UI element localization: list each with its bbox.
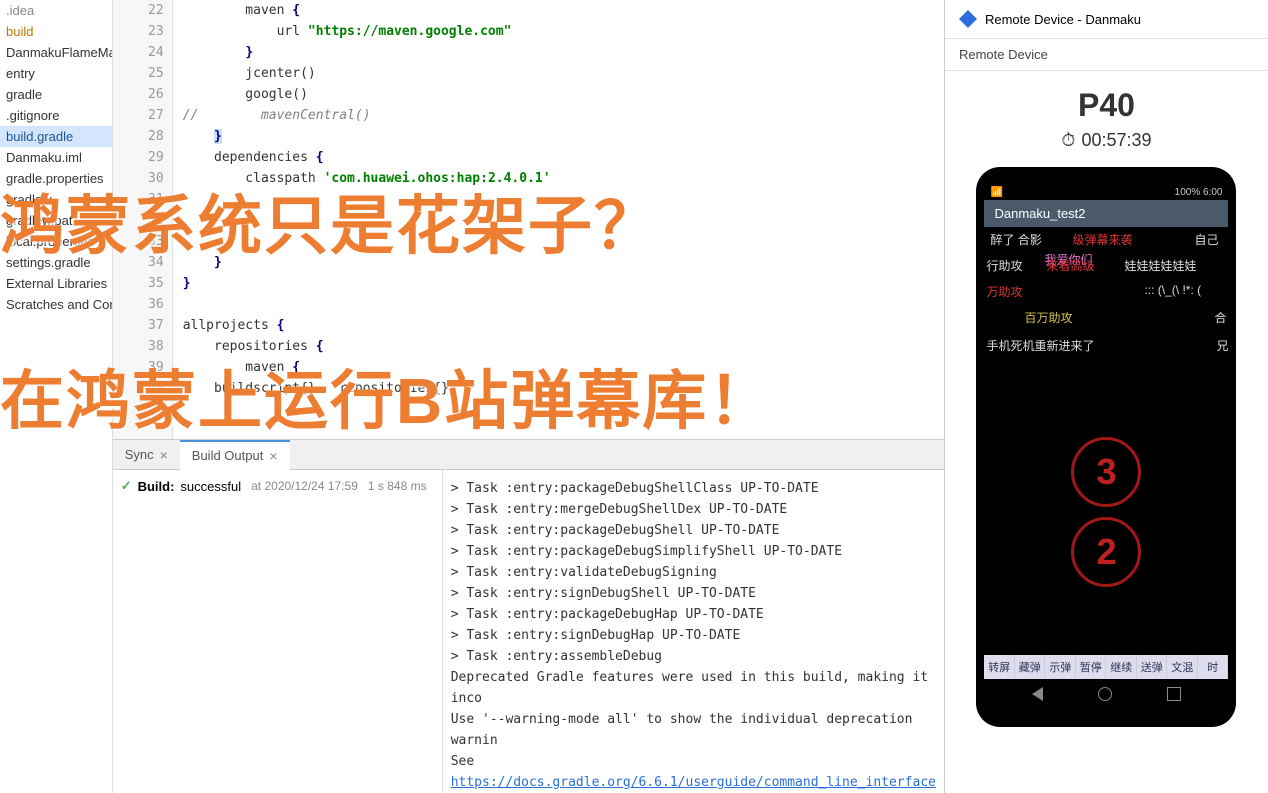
sidebar-item[interactable]: settings.gradle	[0, 252, 112, 273]
sidebar-item[interactable]: gradlew.bat	[0, 210, 112, 231]
phone-button[interactable]: 文混	[1167, 655, 1198, 679]
sidebar-item[interactable]: build	[0, 21, 112, 42]
tab-label: Sync	[125, 447, 154, 462]
danmaku-text: 手机死机重新进来了	[986, 337, 1094, 354]
editor-area: 22232425262728293031323334353637383940 m…	[113, 0, 944, 793]
check-icon: ✓	[121, 478, 132, 494]
sidebar-item[interactable]: gradle.properties	[0, 168, 112, 189]
danmaku-text: 行助攻	[986, 257, 1022, 274]
phone-frame: 📶 100% 6:00 Danmaku_test2 醉了 合影级弹幕来袭自己我爱…	[976, 167, 1236, 727]
phone-button[interactable]: 藏弹	[1015, 655, 1046, 679]
sidebar-item[interactable]: .gitignore	[0, 105, 112, 126]
clock-icon	[1061, 130, 1075, 151]
danmaku-text: 级弹幕来袭	[1072, 231, 1132, 248]
tab-label: Build Output	[192, 448, 264, 463]
phone-status-bar: 📶 100% 6:00	[984, 185, 1228, 200]
phone-button[interactable]: 送弹	[1137, 655, 1168, 679]
phone-button[interactable]: 示弹	[1045, 655, 1076, 679]
danmaku-text: 醉了 合影	[990, 231, 1041, 248]
project-sidebar: .ideabuildDanmakuFlameMasterentrygradle.…	[0, 0, 113, 793]
close-icon[interactable]: ×	[160, 447, 168, 463]
timer-value: 00:57:39	[1081, 130, 1151, 151]
phone-button[interactable]: 暂停	[1076, 655, 1107, 679]
danmaku-text: 百万助攻	[1024, 309, 1072, 326]
remote-device-panel: Remote Device - Danmaku Remote Device P4…	[944, 0, 1268, 793]
tab-sync[interactable]: Sync ×	[113, 441, 180, 469]
home-icon[interactable]	[1098, 687, 1112, 701]
danmaku-text: 自己	[1194, 231, 1218, 248]
remote-header: Remote Device - Danmaku	[945, 0, 1268, 39]
recent-icon[interactable]	[1167, 687, 1181, 701]
back-icon[interactable]	[1032, 687, 1043, 701]
danmaku-text: 合	[1214, 309, 1226, 326]
build-timestamp: at 2020/12/24 17:59	[251, 479, 358, 493]
phone-button-bar: 转屏藏弹示弹暂停继续送弹文混时	[984, 655, 1228, 679]
phone-button[interactable]: 转屏	[984, 655, 1015, 679]
sidebar-item[interactable]: local.properties	[0, 231, 112, 252]
code-editor[interactable]: 22232425262728293031323334353637383940 m…	[113, 0, 944, 440]
sidebar-item[interactable]: External Libraries	[0, 273, 112, 294]
sidebar-item[interactable]: build.gradle	[0, 126, 112, 147]
build-duration: 1 s 848 ms	[368, 479, 427, 493]
countdown-circle: 2	[1071, 517, 1141, 587]
build-status-row[interactable]: ✓ Build: successful at 2020/12/24 17:59 …	[121, 478, 434, 494]
phone-nav-bar	[984, 683, 1228, 705]
device-name: P40	[945, 87, 1268, 124]
sidebar-item[interactable]: entry	[0, 63, 112, 84]
bottom-tabs: Sync × Build Output ×	[113, 440, 944, 470]
line-gutter: 22232425262728293031323334353637383940	[113, 0, 173, 439]
close-icon[interactable]: ×	[269, 448, 277, 464]
danmaku-area: 醉了 合影级弹幕来袭自己我爱你们行助攻来看高级娃娃娃娃娃娃万助攻::: (\_(…	[984, 227, 1228, 427]
remote-title: Remote Device - Danmaku	[985, 12, 1141, 27]
huawei-icon	[959, 10, 977, 28]
tab-build-output[interactable]: Build Output ×	[180, 440, 290, 470]
sidebar-item[interactable]: DanmakuFlameMaster	[0, 42, 112, 63]
build-tree[interactable]: ✓ Build: successful at 2020/12/24 17:59 …	[113, 470, 443, 793]
danmaku-text: ::: (\_(\ !*: (	[1144, 283, 1201, 297]
sidebar-item[interactable]: Danmaku.iml	[0, 147, 112, 168]
build-label: Build:	[138, 479, 175, 494]
remote-subtitle: Remote Device	[945, 39, 1268, 71]
phone-screen[interactable]: 📶 100% 6:00 Danmaku_test2 醉了 合影级弹幕来袭自己我爱…	[984, 185, 1228, 709]
device-info: P40 00:57:39	[945, 71, 1268, 161]
signal-icon: 📶	[990, 187, 1002, 198]
sidebar-item[interactable]: gradle	[0, 84, 112, 105]
danmaku-text: 来看高级	[1046, 257, 1094, 274]
phone-app-title: Danmaku_test2	[984, 200, 1228, 227]
danmaku-text: 兄	[1216, 337, 1228, 354]
device-timer: 00:57:39	[945, 130, 1268, 151]
code-content[interactable]: maven { url "https://maven.google.com" }…	[173, 0, 944, 439]
sidebar-item[interactable]: Scratches and Consoles	[0, 294, 112, 315]
countdown-circle: 3	[1071, 437, 1141, 507]
battery-text: 100% 6:00	[1175, 187, 1223, 198]
sidebar-item[interactable]: gradlew	[0, 189, 112, 210]
sidebar-item[interactable]: .idea	[0, 0, 112, 21]
phone-button[interactable]: 继续	[1106, 655, 1137, 679]
danmaku-text: 娃娃娃娃娃娃	[1124, 257, 1196, 274]
phone-button[interactable]: 时	[1198, 655, 1229, 679]
build-output[interactable]: > Task :entry:packageDebugShellClass UP-…	[443, 470, 944, 793]
build-panel: ✓ Build: successful at 2020/12/24 17:59 …	[113, 470, 944, 793]
danmaku-text: 万助攻	[986, 283, 1022, 300]
build-result: successful	[180, 479, 241, 494]
